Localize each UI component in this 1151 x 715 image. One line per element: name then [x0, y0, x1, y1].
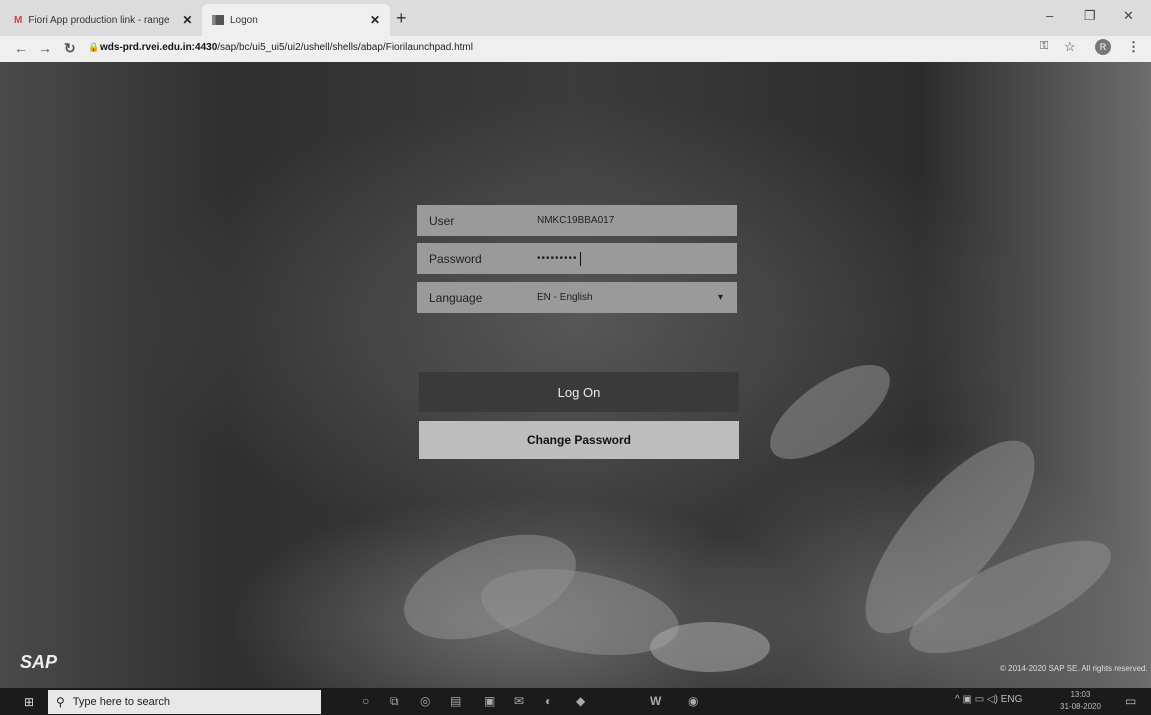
tab-logon[interactable]: Logon ✕ [202, 4, 390, 36]
file-explorer-icon[interactable]: ▤ [450, 694, 461, 708]
clock-time: 13:03 [1070, 690, 1091, 699]
password-field[interactable]: Password ••••••••• [417, 243, 737, 274]
tab-title: Logon [230, 14, 258, 26]
minimize-button[interactable]: – [1046, 8, 1053, 23]
flower-petal [755, 347, 905, 477]
language-label: Language [429, 290, 483, 305]
browser-icon[interactable]: ◎ [420, 694, 430, 708]
tray-icons: ^ ▣ ▭ ◁) [955, 694, 1001, 705]
app-icon[interactable]: ◆ [576, 694, 585, 708]
close-window-button[interactable]: ✕ [1123, 8, 1134, 24]
cortana-icon[interactable]: ○ [362, 694, 369, 708]
user-label: User [429, 213, 455, 228]
change-password-button[interactable]: Change Password [419, 421, 739, 459]
back-arrow-icon[interactable]: ← [14, 40, 28, 56]
reload-icon[interactable]: ↻ [64, 40, 76, 57]
chevron-down-icon[interactable]: ▾ [718, 292, 723, 303]
windows-start-icon[interactable]: ⊞ [24, 695, 34, 709]
language-select[interactable]: Language EN - English ▾ [417, 282, 737, 313]
new-tab-button[interactable]: + [396, 8, 407, 29]
store-icon[interactable]: ▣ [484, 694, 495, 708]
user-field[interactable]: User NMKC19BBA017 [417, 205, 737, 236]
flower-center [650, 622, 770, 672]
forward-arrow-icon[interactable]: → [38, 40, 52, 56]
url-field[interactable]: wds-prd.rvei.edu.in:4430/sap/bc/ui5_ui5/… [100, 42, 473, 53]
avatar[interactable]: R [1095, 39, 1111, 55]
app-icon[interactable]: ◐ [545, 694, 552, 708]
maximize-button[interactable]: ❐ [1084, 8, 1096, 24]
taskbar-search[interactable]: ⚲ Type here to search [48, 690, 321, 714]
sap-favicon-icon [212, 15, 224, 25]
tab-fiori-app[interactable]: M Fiori App production link - range ✕ [6, 4, 202, 36]
gmail-icon: M [14, 14, 23, 26]
mail-icon[interactable]: ✉ [514, 694, 524, 708]
url-path: /sap/bc/ui5_ui5/ui2/ushell/shells/abap/F… [217, 42, 473, 53]
password-label: Password [429, 251, 482, 266]
search-placeholder: Type here to search [72, 696, 171, 708]
password-input[interactable]: ••••••••• [537, 253, 578, 264]
tab-title: Fiori App production link - range [28, 14, 170, 26]
close-tab-icon[interactable]: ✕ [182, 13, 192, 27]
language-value: EN - English [537, 292, 593, 303]
system-tray[interactable]: ^ ▣ ▭ ◁) ENG [955, 694, 1022, 705]
notification-icon[interactable]: ▭ [1125, 694, 1136, 708]
clock-date: 31-08-2020 [1060, 702, 1101, 711]
log-on-button[interactable]: Log On [419, 372, 739, 412]
key-icon[interactable]: ⚿ [1040, 40, 1048, 53]
taskbar-clock[interactable]: 13:03 31-08-2020 [1060, 689, 1101, 713]
word-icon[interactable]: W [650, 694, 661, 708]
sap-logo: SAP [20, 652, 58, 672]
user-input[interactable]: NMKC19BBA017 [537, 215, 614, 226]
lock-icon: 🔒 [88, 42, 100, 52]
star-icon[interactable]: ☆ [1064, 39, 1076, 55]
tray-language: ENG [1000, 694, 1023, 705]
copyright-text: © 2014-2020 SAP SE. All rights reserved. [1000, 664, 1148, 673]
chrome-icon[interactable]: ◉ [688, 694, 698, 708]
close-tab-icon[interactable]: ✕ [370, 13, 380, 27]
menu-kebab-icon[interactable]: ⋮ [1127, 39, 1140, 55]
task-view-icon[interactable]: ⧉ [390, 694, 399, 709]
search-icon: ⚲ [56, 695, 65, 709]
url-domain: wds-prd.rvei.edu.in:4430 [100, 42, 218, 53]
text-cursor [579, 251, 581, 266]
